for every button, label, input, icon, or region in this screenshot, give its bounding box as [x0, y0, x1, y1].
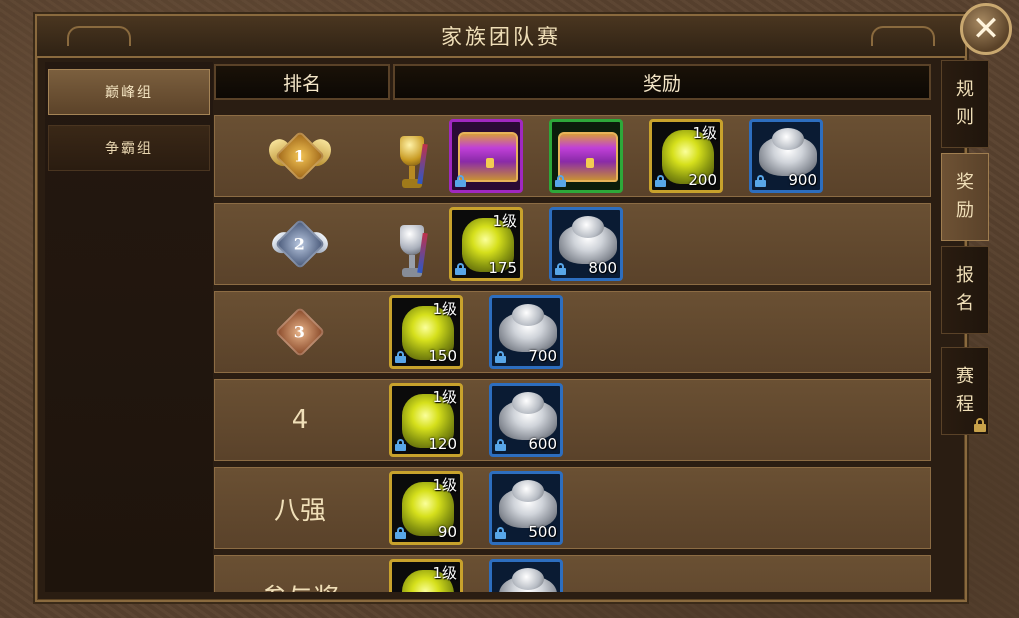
reward-gem-icon[interactable]: 1级 120 [389, 383, 463, 457]
title-ornament-left [67, 26, 131, 46]
item-level: 1级 [692, 124, 717, 142]
rank-cell: 八强 [214, 467, 386, 549]
lock-icon [974, 418, 986, 432]
item-quantity: 175 [488, 259, 517, 277]
side-tab-rewards[interactable]: 奖 励 [941, 153, 989, 241]
bound-lock-icon [555, 263, 566, 275]
rank-cell: 参与奖 [214, 555, 386, 593]
header-rank-label: 排名 [282, 72, 321, 95]
side-tab-rules[interactable]: 规 则 [941, 60, 989, 148]
bound-lock-icon [555, 175, 566, 187]
table-row-clipped: 参与奖 1级 [214, 550, 931, 592]
side-tab-signup[interactable]: 报 名 [941, 246, 989, 334]
title-ornament-right [871, 26, 935, 46]
bound-lock-icon [755, 175, 766, 187]
close-button[interactable]: ✕ [960, 3, 1012, 55]
item-level: 1级 [432, 476, 457, 494]
bound-lock-icon [395, 351, 406, 363]
group-tab-label: 巅峰组 [105, 85, 153, 101]
reward-gem-icon[interactable]: 1级 150 [389, 295, 463, 369]
rank-gold-badge-icon: 1 [265, 130, 335, 182]
reward-silver-icon[interactable]: 900 [749, 119, 823, 193]
close-icon: ✕ [971, 9, 1001, 49]
item-quantity: 800 [588, 259, 617, 277]
silver-trophy-icon [392, 205, 432, 285]
item-level: 1级 [432, 388, 457, 406]
rank-cell: 2 [214, 203, 386, 285]
header-reward: 奖励 [393, 64, 931, 100]
side-tab-char: 奖 [956, 172, 974, 193]
item-quantity: 500 [528, 523, 557, 541]
reward-silver-icon[interactable] [489, 559, 563, 592]
rank-number: 1 [294, 146, 306, 166]
rank-bronze-badge-icon: 3 [270, 306, 330, 358]
bound-lock-icon [655, 175, 666, 187]
rank-silver-badge-icon: 2 [268, 218, 332, 270]
gold-trophy-icon [392, 116, 432, 196]
bound-lock-icon [395, 527, 406, 539]
item-quantity: 120 [428, 435, 457, 453]
item-level: 1级 [492, 212, 517, 230]
bound-lock-icon [495, 527, 506, 539]
item-level: 1级 [432, 564, 457, 582]
side-tab-schedule[interactable]: 赛 程 [941, 347, 989, 435]
item-quantity: 900 [788, 171, 817, 189]
bound-lock-icon [455, 263, 466, 275]
title-bar: 家族团队赛 [37, 16, 965, 58]
reward-gem-icon[interactable]: 1级 [389, 559, 463, 592]
group-tab-label: 争霸组 [105, 141, 153, 157]
item-quantity: 200 [688, 171, 717, 189]
side-tab-char: 规 [956, 79, 974, 100]
rank-label: 4 [291, 405, 309, 435]
item-quantity: 700 [528, 347, 557, 365]
item-quantity: 90 [437, 523, 457, 541]
reward-silver-icon[interactable]: 700 [489, 295, 563, 369]
rank-number: 2 [294, 234, 306, 254]
rank-label: 参与奖 [261, 578, 339, 593]
header-rank: 排名 [214, 64, 390, 100]
rank-cell: 4 [214, 379, 386, 461]
reward-chest-green-icon[interactable] [549, 119, 623, 193]
item-quantity: 150 [428, 347, 457, 365]
bound-lock-icon [455, 175, 466, 187]
side-tab-char: 程 [956, 394, 974, 415]
reward-chest-purple-icon[interactable] [449, 119, 523, 193]
rank-label: 八强 [273, 495, 326, 526]
side-tab-char: 名 [956, 293, 974, 314]
reward-gem-icon[interactable]: 1级 90 [389, 471, 463, 545]
side-tab-char: 则 [956, 107, 974, 128]
group-tab-peak[interactable]: 巅峰组 [48, 69, 210, 115]
bound-lock-icon [495, 439, 506, 451]
reward-gem-icon[interactable]: 1级 175 [449, 207, 523, 281]
bound-lock-icon [495, 351, 506, 363]
reward-silver-icon[interactable]: 500 [489, 471, 563, 545]
item-quantity: 600 [528, 435, 557, 453]
item-level: 1级 [432, 300, 457, 318]
side-tab-char: 赛 [956, 366, 974, 387]
side-tab-char: 报 [956, 265, 974, 286]
reward-silver-icon[interactable]: 800 [549, 207, 623, 281]
reward-silver-icon[interactable]: 600 [489, 383, 563, 457]
bound-lock-icon [395, 439, 406, 451]
window-title: 家族团队赛 [441, 25, 561, 49]
header-reward-label: 奖励 [642, 72, 681, 95]
rank-number: 3 [294, 322, 306, 342]
rank-cell: 1 [214, 115, 386, 197]
reward-gem-icon[interactable]: 1级 200 [649, 119, 723, 193]
group-tab-contend[interactable]: 争霸组 [48, 125, 210, 171]
rank-cell: 3 [214, 291, 386, 373]
side-tab-char: 励 [956, 200, 974, 221]
